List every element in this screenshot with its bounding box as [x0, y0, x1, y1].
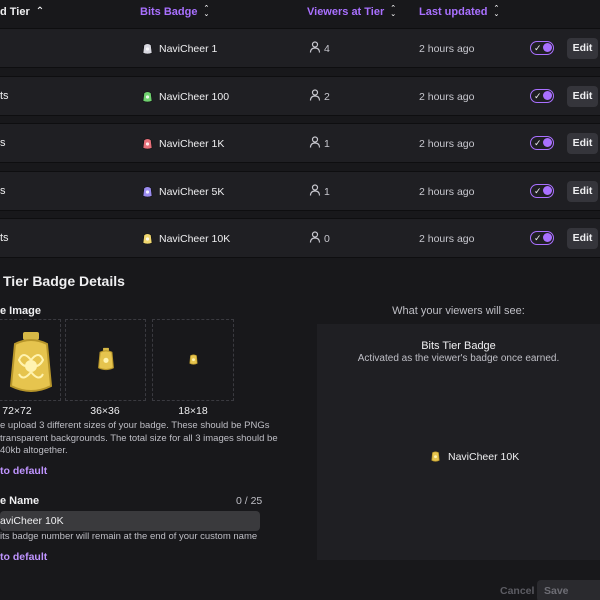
table-header: d Tier ⌃ Bits Badge ⌃ ⌄ Viewers at Tier ⌃…	[0, 0, 600, 26]
column-header-updated-label: Last updated	[419, 6, 488, 18]
column-header-tier[interactable]: d Tier ⌃	[0, 6, 44, 18]
bits-badge-icon	[142, 90, 153, 102]
column-header-viewers[interactable]: Viewers at Tier ⌃ ⌄	[307, 5, 397, 18]
sort-updown-icon: ⌃ ⌄	[203, 5, 210, 18]
badge-name: NaviCheer 5K	[159, 185, 225, 198]
badge-name: NaviCheer 100	[159, 90, 230, 103]
toggle-knob	[543, 90, 552, 100]
badge-name-input[interactable]: aviCheer 10K	[0, 511, 260, 531]
edit-button[interactable]: Edit	[567, 85, 598, 107]
enable-toggle[interactable]: ✓	[530, 183, 554, 198]
user-icon	[309, 183, 321, 196]
reset-image-link[interactable]: to default	[0, 465, 47, 477]
table-row: s NaviCheer 1K 1 2 hours ago ✓ Edit	[0, 123, 600, 163]
check-icon: ✓	[534, 90, 542, 101]
viewer-count: 2	[324, 90, 330, 103]
table-row: NaviCheer 1 4 2 hours ago ✓ Edit	[0, 28, 600, 68]
enable-toggle[interactable]: ✓	[530, 231, 554, 245]
badge-image-label: e Image	[0, 305, 41, 317]
tier-name: s	[0, 184, 6, 197]
badge-name: NaviCheer 1	[159, 43, 218, 55]
column-header-badge-label: Bits Badge	[140, 6, 198, 18]
toggle-knob	[543, 185, 552, 195]
preview-badge-icon	[431, 451, 440, 462]
image-slot-18[interactable]	[152, 319, 234, 401]
bits-badge-icon	[142, 138, 153, 150]
enable-toggle[interactable]: ✓	[530, 136, 554, 150]
preview-subtitle: Activated as the viewer's badge once ear…	[357, 353, 560, 364]
bits-badge-icon	[142, 43, 153, 55]
tier-name: ts	[0, 232, 9, 244]
check-icon: ✓	[534, 185, 542, 196]
table-row: ts NaviCheer 100 2 2 hours ago ✓ Edit	[0, 75, 600, 116]
viewer-count: 0	[324, 233, 330, 245]
check-icon: ✓	[534, 138, 542, 148]
badge-name-label: e Name	[0, 495, 40, 507]
enable-toggle[interactable]: ✓	[530, 41, 554, 55]
edit-button[interactable]: Edit	[567, 228, 598, 249]
preview-badge-name: NaviCheer 10K	[448, 451, 520, 463]
check-icon: ✓	[534, 43, 542, 53]
last-updated: 2 hours ago	[419, 90, 475, 103]
preview-panel: Bits Tier Badge Activated as the viewer'…	[317, 324, 600, 560]
badge-name: NaviCheer 1K	[159, 138, 225, 150]
badge-name: NaviCheer 10K	[159, 233, 231, 245]
toggle-knob	[543, 138, 552, 147]
name-help-text: its badge number will remain at the end …	[0, 531, 258, 542]
badge-large-icon	[9, 332, 53, 392]
bits-badge-icon	[142, 185, 153, 197]
size-label-18: 18×18	[178, 405, 208, 417]
section-title: Tier Badge Details	[3, 273, 125, 289]
edit-button[interactable]: Edit	[567, 133, 598, 154]
user-icon	[309, 41, 321, 53]
preview-title: Bits Tier Badge	[421, 340, 496, 352]
last-updated: 2 hours ago	[419, 43, 475, 55]
column-header-badge[interactable]: Bits Badge ⌃ ⌄	[140, 5, 210, 18]
toggle-knob	[543, 233, 552, 242]
enable-toggle[interactable]: ✓	[530, 88, 554, 103]
viewer-count: 1	[324, 138, 330, 150]
table-row: s NaviCheer 5K 1 2 hours ago ✓ Edit	[0, 170, 600, 211]
reset-name-link[interactable]: to default	[0, 551, 47, 563]
viewer-count: 1	[324, 185, 330, 198]
name-counter: 0 / 25	[236, 495, 263, 507]
size-label-72: 72×72	[2, 405, 32, 417]
edit-button[interactable]: Edit	[567, 38, 598, 59]
column-header-viewers-label: Viewers at Tier	[307, 6, 385, 18]
last-updated: 2 hours ago	[419, 233, 475, 245]
last-updated: 2 hours ago	[419, 185, 475, 198]
user-icon	[309, 136, 321, 148]
user-icon	[309, 231, 321, 243]
preview-heading: What your viewers will see:	[392, 305, 525, 317]
column-header-tier-label: d Tier	[0, 6, 30, 18]
edit-button[interactable]: Edit	[567, 180, 598, 202]
sort-updown-icon: ⌃ ⌄	[390, 5, 397, 18]
cancel-button[interactable]: Cancel	[500, 585, 534, 597]
toggle-knob	[543, 43, 552, 52]
image-slot-72[interactable]	[0, 319, 61, 401]
column-header-updated[interactable]: Last updated ⌃ ⌄	[419, 5, 500, 18]
check-icon: ✓	[534, 233, 542, 243]
image-help-text: e upload 3 different sizes of your badge…	[0, 420, 278, 456]
badge-small-icon	[189, 354, 198, 365]
image-slot-36[interactable]	[65, 319, 146, 401]
badge-medium-icon	[98, 347, 114, 371]
bits-badge-icon	[142, 233, 153, 245]
save-changes-button[interactable]: Save Change	[537, 580, 600, 600]
sort-updown-icon: ⌃ ⌄	[493, 5, 500, 18]
tier-name: s	[0, 137, 6, 149]
size-label-36: 36×36	[90, 405, 120, 417]
table-row: ts NaviCheer 10K 0 2 hours ago ✓ Edit	[0, 218, 600, 258]
last-updated: 2 hours ago	[419, 138, 475, 150]
sort-up-icon: ⌃	[35, 6, 45, 17]
user-icon	[309, 88, 321, 101]
tier-name: ts	[0, 89, 9, 102]
viewer-count: 4	[324, 43, 330, 55]
